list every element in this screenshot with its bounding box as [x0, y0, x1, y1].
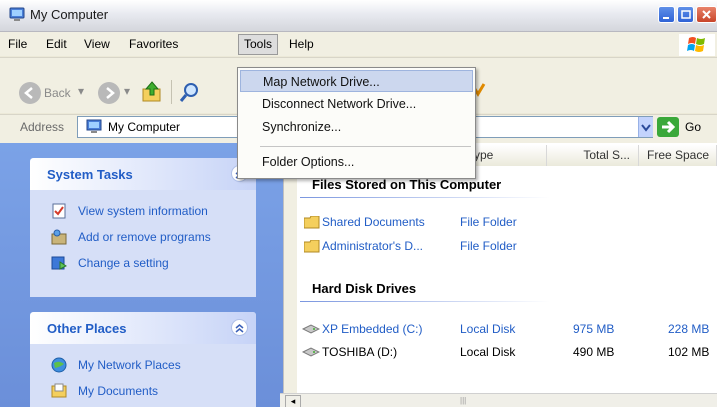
column-header-type[interactable]: ype: [469, 145, 547, 166]
up-folder-icon[interactable]: [140, 80, 164, 104]
group-divider: [300, 301, 550, 302]
menu-bar: File Edit View Favorites Tools Help: [0, 32, 717, 56]
go-button[interactable]: Go: [685, 120, 701, 134]
pane-splitter[interactable]: [283, 143, 297, 407]
item-type: File Folder: [460, 239, 517, 253]
menu-help[interactable]: Help: [284, 36, 319, 52]
item-name: Administrator's D...: [322, 239, 423, 253]
address-dropdown-button[interactable]: [638, 117, 653, 137]
item-type: File Folder: [460, 215, 517, 229]
close-button[interactable]: [696, 6, 717, 23]
item-total: 975 MB: [573, 322, 615, 336]
item-type: Local Disk: [460, 322, 516, 336]
menu-file[interactable]: File: [3, 36, 32, 52]
task-label: Change a setting: [78, 256, 169, 270]
menu-separator: [260, 146, 471, 147]
menu-view[interactable]: View: [79, 36, 115, 52]
other-places-title: Other Places: [47, 321, 127, 336]
group-files-title: Files Stored on This Computer: [312, 177, 502, 192]
menu-item-synchronize[interactable]: Synchronize...: [240, 116, 473, 138]
scroll-grip-icon[interactable]: |||: [460, 396, 466, 405]
group-drives-title: Hard Disk Drives: [312, 281, 417, 296]
list-item[interactable]: XP Embedded (C:) Local Disk 975 MB 228 M…: [300, 321, 717, 339]
system-tasks-header[interactable]: System Tasks: [30, 158, 256, 190]
tools-menu-dropdown: Map Network Drive... Disconnect Network …: [237, 67, 476, 179]
list-item[interactable]: TOSHIBA (D:) Local Disk 490 MB 102 MB: [300, 344, 717, 362]
item-type: Local Disk: [460, 345, 516, 359]
item-name: Shared Documents: [322, 215, 425, 229]
search-icon[interactable]: [178, 80, 202, 104]
address-value[interactable]: My Computer: [108, 120, 180, 134]
window-title: My Computer: [30, 7, 109, 22]
menu-favorites[interactable]: Favorites: [124, 36, 183, 52]
explorer-window: My Computer File Edit View Favorites Too…: [0, 0, 717, 407]
group-divider: [300, 197, 550, 198]
item-name: XP Embedded (C:): [322, 322, 423, 336]
other-places-panel: Other Places My Network Places My Docume…: [30, 312, 256, 407]
toolbar-divider: [171, 80, 172, 104]
back-icon[interactable]: [19, 82, 41, 104]
computer-small-icon: [86, 119, 102, 133]
place-label: My Network Places: [78, 358, 181, 372]
minimize-button[interactable]: [658, 6, 675, 23]
list-item[interactable]: Shared Documents File Folder: [300, 214, 710, 232]
computer-icon: [9, 7, 25, 21]
windows-logo: [679, 34, 715, 56]
menu-edit[interactable]: Edit: [41, 36, 72, 52]
system-tasks-title: System Tasks: [47, 167, 133, 182]
maximize-button[interactable]: [677, 6, 694, 23]
folder-icon: [304, 240, 320, 253]
hard-drive-icon: [302, 347, 320, 357]
programs-icon: [51, 229, 67, 245]
go-arrow-icon[interactable]: [657, 117, 679, 137]
scroll-left-icon[interactable]: ◂: [285, 395, 301, 407]
collapse-chevron-icon[interactable]: [231, 319, 248, 336]
menu-item-folder-options[interactable]: Folder Options...: [240, 151, 473, 173]
control-panel-icon: [51, 256, 67, 270]
forward-icon[interactable]: [98, 82, 120, 104]
task-label: View system information: [78, 204, 208, 218]
other-places-header[interactable]: Other Places: [30, 312, 256, 344]
item-name: TOSHIBA (D:): [322, 345, 398, 359]
list-item[interactable]: Administrator's D... File Folder: [300, 238, 710, 256]
menu-item-map-network-drive[interactable]: Map Network Drive...: [240, 70, 473, 92]
place-label: My Documents: [78, 384, 159, 398]
forward-dropdown-icon[interactable]: ▾: [124, 84, 130, 98]
system-info-icon: [52, 203, 66, 219]
menu-tools[interactable]: Tools: [238, 34, 279, 55]
hard-drive-icon: [302, 324, 320, 334]
column-header-free-space[interactable]: Free Space: [639, 145, 717, 166]
menu-item-disconnect-network-drive[interactable]: Disconnect Network Drive...: [240, 93, 473, 115]
item-free: 228 MB: [668, 322, 710, 336]
back-label[interactable]: Back: [44, 86, 71, 100]
horizontal-scrollbar[interactable]: ◂ |||: [280, 393, 717, 407]
folder-icon: [304, 216, 320, 229]
task-label: Add or remove programs: [78, 230, 211, 244]
system-tasks-panel: System Tasks View system information Add…: [30, 158, 256, 297]
back-dropdown-icon[interactable]: ▾: [78, 84, 84, 98]
address-label: Address: [20, 120, 65, 134]
item-total: 490 MB: [573, 345, 615, 359]
network-places-icon: [51, 357, 67, 373]
item-free: 102 MB: [668, 345, 710, 359]
title-bar[interactable]: My Computer: [0, 0, 717, 32]
task-pane: System Tasks View system information Add…: [0, 143, 283, 407]
documents-folder-icon: [51, 383, 67, 398]
column-header-total-size[interactable]: Total S...: [547, 145, 639, 166]
